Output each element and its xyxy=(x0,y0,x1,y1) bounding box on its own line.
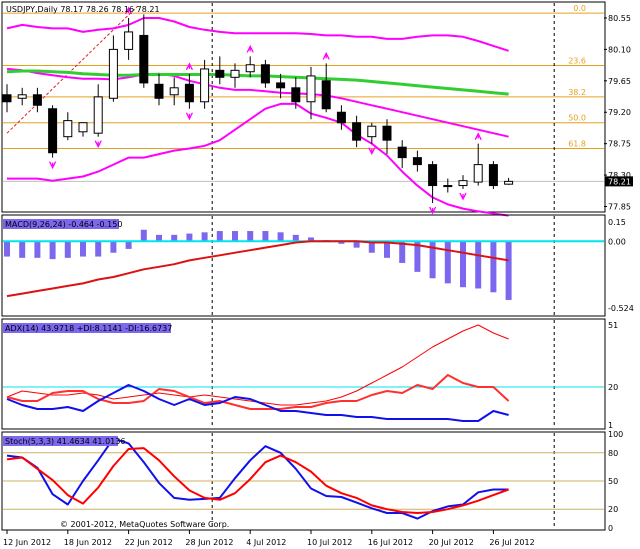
candle-body-5 xyxy=(78,122,88,133)
time-tick-label-3: 28 Jun 2012 xyxy=(185,538,233,547)
candle-body-24 xyxy=(367,125,377,138)
macd-bar-7 xyxy=(110,241,117,253)
macd-bar-29 xyxy=(444,241,451,284)
fib-label-1: 23.6 xyxy=(568,56,586,65)
time-tick-label-1: 18 Jun 2012 xyxy=(64,538,112,547)
fib-label-3: 50.0 xyxy=(568,114,586,123)
macd-bar-14 xyxy=(216,231,223,242)
candle-body-8 xyxy=(124,31,134,50)
stoch-tick-label-4: 0 xyxy=(608,524,613,533)
candle-body-18 xyxy=(276,82,286,89)
macd-bar-16 xyxy=(247,231,254,242)
candle-body-14 xyxy=(215,69,225,78)
candle-body-21 xyxy=(321,80,331,110)
fib-label-2: 38.2 xyxy=(568,88,586,97)
candle-body-11 xyxy=(169,87,179,96)
macd-tick-label-2: -0.524 xyxy=(608,304,634,313)
candle-body-30 xyxy=(458,180,468,187)
price-tick-label-0: 80.55 xyxy=(608,14,631,23)
price-tick-label-1: 80.10 xyxy=(608,45,631,54)
macd-bar-13 xyxy=(201,232,208,242)
candle-body-26 xyxy=(397,146,407,159)
macd-bar-4 xyxy=(64,241,71,258)
macd-bar-30 xyxy=(460,241,466,288)
macd-title: MACD(9,26,24) -0.464 -0.150 xyxy=(5,220,122,229)
macd-bar-3 xyxy=(49,241,56,260)
fib-label-4: 61.8 xyxy=(568,140,586,149)
candle-body-6 xyxy=(93,96,103,134)
macd-tick-label-0: 0.15 xyxy=(608,218,626,227)
macd-bar-6 xyxy=(95,241,102,257)
candle-body-15 xyxy=(230,69,240,78)
trading-chart: 0.0 23.6 38.2 50.0 61.8 80.55 80.10 79.65 79.20… xyxy=(0,0,640,549)
price-tick-label-3: 79.20 xyxy=(608,108,631,117)
macd-bar-0 xyxy=(4,241,10,257)
price-tick-label-2: 79.65 xyxy=(608,77,631,86)
current-price-label: 78.21 xyxy=(608,177,631,186)
candle-body-29 xyxy=(443,185,453,188)
macd-bar-31 xyxy=(475,241,482,289)
stoch-tick-label-0: 100 xyxy=(608,430,623,439)
adx-title: ADX(14) 43.9718 +DI:8.1141 -DI:16.6737 xyxy=(5,324,172,333)
stoch-tick-label-3: 20 xyxy=(608,505,618,514)
candle-body-22 xyxy=(336,111,346,124)
candle-body-31 xyxy=(473,164,483,183)
macd-bar-25 xyxy=(384,241,390,258)
adx-tick-label-0: 51 xyxy=(608,321,618,330)
macd-bar-8 xyxy=(125,241,132,249)
candle-body-1 xyxy=(17,94,27,99)
candle-body-20 xyxy=(306,75,316,103)
candle-body-12 xyxy=(184,83,194,103)
copyright-text: © 2001-2012, MetaQuotes Software Corp. xyxy=(60,520,229,529)
time-tick-label-6: 16 Jul 2012 xyxy=(368,538,413,547)
macd-bar-5 xyxy=(80,241,86,257)
macd-bar-32 xyxy=(490,241,497,293)
stoch-title: Stoch(5,3,3) 41.4634 41.0136 xyxy=(5,437,125,446)
candle-body-33 xyxy=(504,180,514,185)
price-tick-label-4: 78.75 xyxy=(608,140,631,149)
candle-body-23 xyxy=(352,122,362,141)
time-tick-label-2: 22 Jun 2012 xyxy=(125,538,173,547)
price-title: USDJPY,Daily 78.17 78.26 78.16 78.21 xyxy=(6,5,160,14)
adx-tick-label-1: 20 xyxy=(608,383,618,392)
candle-body-9 xyxy=(139,34,149,84)
candle-body-13 xyxy=(200,68,210,103)
candle-body-27 xyxy=(412,157,422,166)
candle-body-4 xyxy=(63,120,73,138)
candle-body-32 xyxy=(488,164,498,187)
fib-label-0: 0.0 xyxy=(573,4,586,13)
adx-tick-label-2: 1 xyxy=(608,421,613,430)
candle-body-28 xyxy=(428,164,438,187)
macd-bar-9 xyxy=(140,229,147,242)
macd-bar-12 xyxy=(186,233,193,242)
macd-bar-1 xyxy=(19,241,26,258)
time-tick-label-8: 26 Jul 2012 xyxy=(489,538,534,547)
time-tick-label-4: 4 Jul 2012 xyxy=(246,538,286,547)
candle-body-7 xyxy=(108,48,118,99)
candle-body-17 xyxy=(260,64,270,84)
macd-bar-2 xyxy=(34,241,41,258)
candle-body-3 xyxy=(48,108,58,154)
time-tick-label-5: 10 Jul 2012 xyxy=(307,538,352,547)
candle-body-2 xyxy=(32,94,42,106)
time-tick-label-0: 12 Jun 2012 xyxy=(3,538,51,547)
candle-body-0 xyxy=(2,94,12,103)
macd-bar-17 xyxy=(262,231,269,242)
stoch-tick-label-1: 80 xyxy=(608,449,618,458)
candle-body-19 xyxy=(291,87,301,103)
macd-bar-15 xyxy=(232,231,238,242)
price-tick-label-6: 77.85 xyxy=(608,203,631,212)
macd-bar-33 xyxy=(505,241,512,300)
macd-tick-label-1: 0.00 xyxy=(608,237,626,246)
candle-body-25 xyxy=(382,125,392,141)
time-tick-label-7: 20 Jul 2012 xyxy=(429,538,474,547)
candle-body-16 xyxy=(245,64,255,73)
stoch-tick-label-2: 50 xyxy=(608,477,618,486)
candle-body-10 xyxy=(154,83,164,99)
macd-bar-18 xyxy=(277,232,284,242)
